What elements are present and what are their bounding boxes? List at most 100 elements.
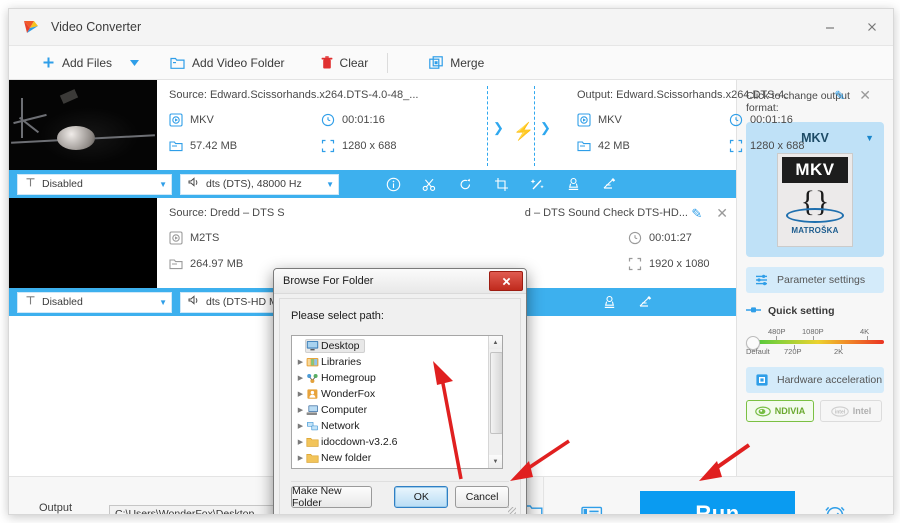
make-new-folder-button[interactable]: Make New Folder: [290, 485, 373, 509]
watermark-icon[interactable]: [555, 170, 591, 198]
audio-select[interactable]: dts (DTS), 48000 Hz ▼: [180, 173, 339, 195]
subtitle-value: Disabled: [42, 178, 83, 190]
tree-item-homegroup[interactable]: ▶ Homegroup: [292, 370, 489, 386]
subtitle-select[interactable]: Disabled ▼: [17, 173, 172, 195]
tree-expander[interactable]: ▶: [295, 390, 306, 398]
video-file-icon: [169, 113, 183, 127]
scroll-down-icon[interactable]: ▼: [489, 455, 502, 468]
rotate-icon[interactable]: [447, 170, 483, 198]
hardware-acceleration-button[interactable]: Hardware acceleration: [746, 367, 884, 393]
file-card[interactable]: Source: Edward.Scissorhands.x264.DTS-4.0…: [9, 80, 871, 170]
intel-icon: intel: [830, 405, 849, 417]
subtitle-edit-icon[interactable]: [591, 170, 627, 198]
crop-icon[interactable]: [483, 170, 519, 198]
scrollbar-thumb[interactable]: [490, 352, 502, 434]
merge-button[interactable]: Merge: [420, 46, 493, 79]
tree-item-label: Libraries: [321, 356, 362, 368]
subtitle-select[interactable]: Disabled ▼: [17, 291, 172, 313]
run-section: Run: [543, 477, 893, 514]
folder-icon: [306, 468, 321, 469]
parameter-settings-button[interactable]: Parameter settings: [746, 267, 884, 293]
tree-item-new-folder[interactable]: ▶ New folder: [292, 450, 489, 466]
add-files-button[interactable]: Add Files: [33, 46, 121, 79]
quality-tick-default: Default: [746, 347, 770, 356]
remove-file-icon[interactable]: ✕: [859, 87, 871, 104]
gpu-nvidia-button[interactable]: NDIVIA: [746, 400, 814, 422]
chevron-down-icon[interactable]: ▼: [865, 133, 874, 143]
file-size-icon: [577, 139, 591, 153]
tree-item-computer[interactable]: ▶ Computer: [292, 402, 489, 418]
tree-item-libraries[interactable]: ▶ Libraries: [292, 354, 489, 370]
homegroup-icon: [306, 372, 321, 384]
resize-grip[interactable]: [508, 507, 516, 514]
info-icon[interactable]: [375, 170, 411, 198]
folder-tree-items: Desktop ▶ Libraries ▶ Homegroup ▶ Wonder…: [292, 338, 489, 469]
trim-icon[interactable]: [411, 170, 447, 198]
dialog-hint: Please select path:: [291, 310, 384, 322]
folder-tree[interactable]: Desktop ▶ Libraries ▶ Homegroup ▶ Wonder…: [291, 335, 503, 469]
dialog-divider: [291, 481, 509, 482]
tree-expander[interactable]: ▶: [295, 358, 306, 366]
tree-item-desktop[interactable]: Desktop: [292, 338, 489, 354]
monitor-icon: [306, 340, 321, 352]
cancel-button[interactable]: Cancel: [455, 486, 509, 508]
trash-icon: [321, 55, 333, 70]
minimize-button[interactable]: [809, 10, 851, 44]
output-format-panel: Click to change output format: MKV ▼ MKV…: [737, 80, 893, 476]
file-list: Source: Edward.Scissorhands.x264.DTS-4.0…: [9, 80, 871, 514]
effects-icon[interactable]: [519, 170, 555, 198]
dialog-close-button[interactable]: [489, 271, 523, 291]
tree-item-idocdown[interactable]: ▶ idocdown-v3.2.6: [292, 434, 489, 450]
conversion-arrow: ❯ ❯ ⚡: [471, 80, 567, 170]
source-resolution-value: 1280 x 688: [342, 140, 397, 152]
tree-expander[interactable]: ▶: [295, 406, 306, 414]
tree-item-wonderfox[interactable]: ▶ WonderFox: [292, 386, 489, 402]
folder-icon: [306, 436, 321, 448]
tree-expander[interactable]: ▶: [295, 438, 306, 446]
quality-track[interactable]: [752, 340, 884, 344]
edit-icon[interactable]: ✎: [834, 88, 845, 104]
plus-icon: [42, 56, 55, 69]
add-files-dropdown[interactable]: [121, 46, 147, 79]
audio-value: dts (DTS), 48000 Hz: [206, 178, 302, 190]
quality-tick-4k: 4K: [860, 327, 870, 336]
quality-tick-1080p: 1080P: [802, 327, 824, 336]
gif-maker-button[interactable]: [544, 505, 640, 514]
quality-tick-2k: 2K: [834, 347, 844, 356]
edit-icon[interactable]: ✎: [691, 206, 702, 222]
run-button[interactable]: Run: [640, 490, 796, 514]
chip-icon: [755, 373, 769, 387]
quality-slider[interactable]: 480P 1080P 4K Default 720P 2K: [746, 327, 884, 361]
tree-expander[interactable]: ▶: [295, 422, 306, 430]
tree-item-network[interactable]: ▶ Network: [292, 418, 489, 434]
tree-item-label: New Folder 1: [321, 468, 383, 469]
tree-expander[interactable]: ▶: [295, 454, 306, 462]
ok-button[interactable]: OK: [394, 486, 449, 508]
source-size-value: 57.42 MB: [190, 140, 238, 152]
gpu-intel-label: Intel: [852, 406, 872, 416]
tree-item-label: Network: [321, 420, 360, 432]
quality-tick-720p: 720P: [784, 347, 802, 356]
tree-item-new-folder-1[interactable]: New Folder 1: [292, 466, 489, 469]
after-conversion-action-button[interactable]: [795, 502, 875, 514]
subtitle-edit-icon[interactable]: [627, 288, 663, 316]
tree-expander[interactable]: ▶: [295, 374, 306, 382]
browse-for-folder-dialog[interactable]: Browse For Folder Please select path: De…: [273, 268, 527, 514]
subtitle-value: Disabled: [42, 296, 83, 308]
output-filename: Output: Edward.Scissorhands.x264.DTS-4..…: [577, 89, 787, 101]
remove-file-icon[interactable]: ✕: [716, 205, 728, 222]
tree-scrollbar[interactable]: ▲ ▼: [488, 336, 502, 468]
subtitle-icon: [25, 177, 36, 191]
clear-button[interactable]: Clear: [312, 46, 378, 79]
add-video-folder-button[interactable]: Add Video Folder: [161, 46, 294, 79]
lightning-icon: ⚡: [513, 122, 535, 141]
hardware-acceleration-label: Hardware acceleration: [777, 374, 883, 386]
scroll-up-icon[interactable]: ▲: [489, 336, 502, 349]
close-button[interactable]: [851, 10, 893, 44]
source-filename: Source: Edward.Scissorhands.x264.DTS-4.0…: [169, 89, 419, 101]
format-selector[interactable]: MKV ▼ MKV {} MATROŠKA: [746, 122, 884, 257]
tree-item-label: idocdown-v3.2.6: [321, 436, 398, 448]
watermark-icon[interactable]: [591, 288, 627, 316]
file-size-icon: [169, 139, 183, 153]
gpu-intel-button[interactable]: intel Intel: [820, 400, 882, 422]
